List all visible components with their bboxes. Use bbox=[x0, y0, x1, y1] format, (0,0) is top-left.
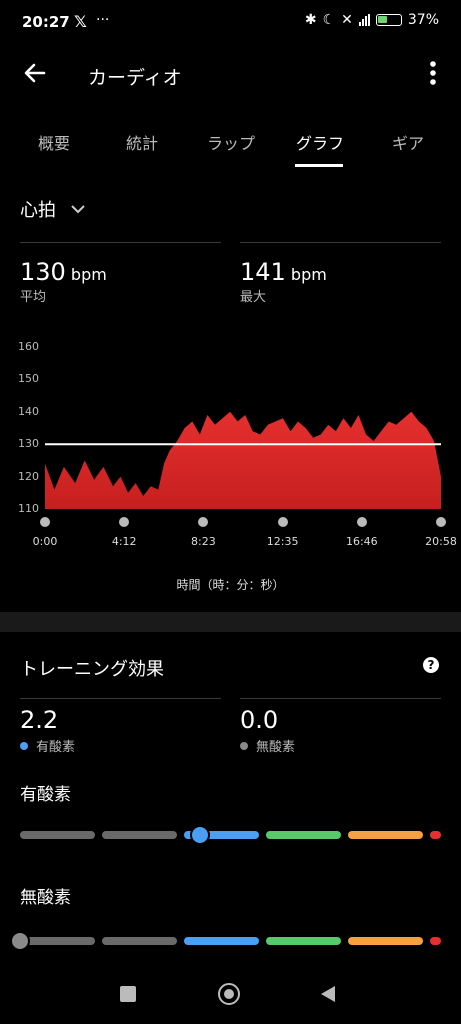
x-tick-dot bbox=[119, 517, 130, 527]
aerobic-scale-bar bbox=[20, 825, 441, 845]
x-axis-title: 時間（時：分：秒） bbox=[176, 578, 285, 592]
x-tick-label: 4:12 bbox=[111, 535, 137, 548]
divider bbox=[20, 698, 221, 699]
heart-rate-chart bbox=[45, 411, 441, 509]
scale-segment bbox=[266, 937, 341, 945]
anaerobic-scale-bar bbox=[10, 931, 441, 951]
x-tick-label: 8:23 bbox=[191, 535, 216, 548]
section-separator bbox=[0, 612, 461, 632]
x-tick-dot bbox=[436, 517, 446, 527]
scale-segment bbox=[430, 937, 441, 945]
scale-segment bbox=[20, 937, 95, 945]
scale-segment bbox=[348, 937, 423, 945]
anaerobic-metric: 0.0 無酸素 bbox=[240, 706, 295, 755]
scale-segment bbox=[20, 831, 95, 839]
aerobic-value: 2.2 bbox=[20, 706, 59, 734]
heart-rate-area bbox=[45, 411, 441, 509]
anaerobic-heading: 無酸素 bbox=[20, 888, 71, 908]
x-tick-label: 0:00 bbox=[32, 535, 58, 548]
anaerobic-label: 無酸素 bbox=[256, 740, 296, 755]
scale-segment bbox=[184, 937, 259, 945]
scale-segment bbox=[102, 937, 177, 945]
anaerobic-color-dot bbox=[240, 741, 248, 750]
x-tick-dot bbox=[198, 517, 209, 527]
help-icon[interactable]: ? bbox=[423, 657, 439, 673]
aerobic-label: 有酸素 bbox=[36, 740, 76, 755]
system-navigation-bar bbox=[0, 964, 461, 1024]
scale-segment bbox=[266, 831, 341, 839]
training-effect-title: トレーニング効果 bbox=[20, 659, 164, 680]
anaerobic-value: 0.0 bbox=[240, 706, 279, 734]
x-tick-dot bbox=[356, 517, 367, 527]
scale-segment bbox=[102, 831, 177, 839]
scale-segment bbox=[430, 831, 441, 839]
recent-apps-icon[interactable] bbox=[120, 986, 136, 1002]
aerobic-level-marker bbox=[189, 825, 210, 845]
x-tick-dot bbox=[277, 517, 288, 527]
x-tick-label: 20:58 bbox=[425, 535, 457, 548]
x-tick-dot bbox=[40, 517, 50, 527]
aerobic-heading: 有酸素 bbox=[20, 785, 71, 805]
x-tick-label: 12:35 bbox=[266, 535, 299, 548]
aerobic-metric: 2.2 有酸素 bbox=[20, 706, 75, 755]
scale-segment bbox=[348, 831, 423, 839]
aerobic-color-dot bbox=[20, 741, 28, 750]
x-tick-label: 16:46 bbox=[345, 535, 378, 548]
back-nav-icon[interactable] bbox=[318, 984, 338, 1004]
home-icon[interactable] bbox=[218, 983, 240, 1005]
anaerobic-level-marker bbox=[10, 931, 30, 951]
divider bbox=[240, 698, 441, 699]
